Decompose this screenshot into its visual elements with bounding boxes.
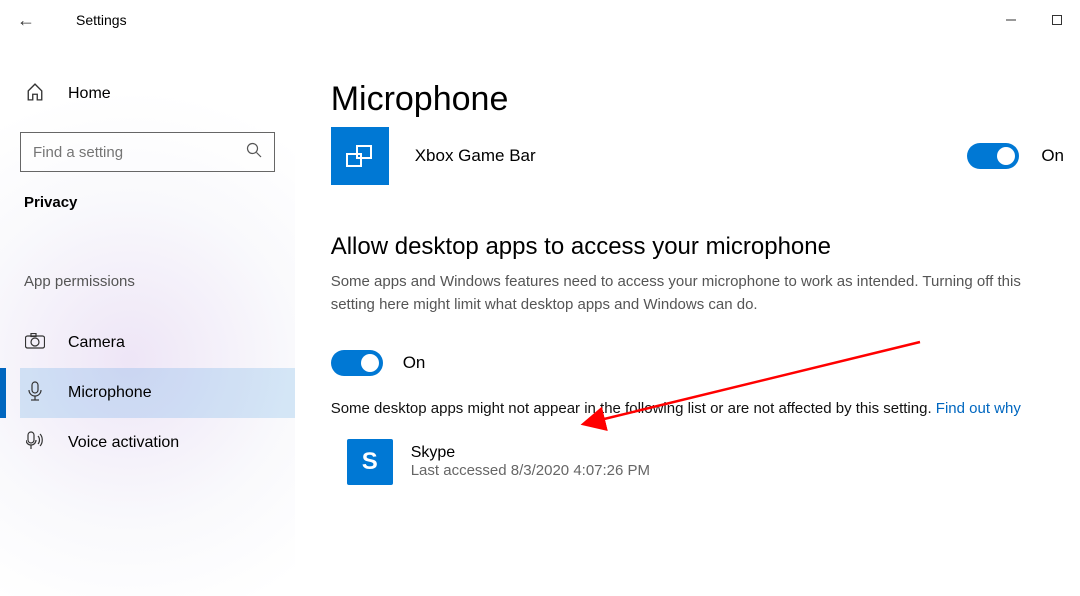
- main-pane: Microphone Xbox Game Bar On Allow deskto…: [295, 40, 1080, 596]
- camera-icon: [24, 333, 46, 353]
- home-icon: [24, 83, 46, 105]
- current-section-label: Privacy: [20, 194, 295, 211]
- desktop-app-row: S Skype Last accessed 8/3/2020 4:07:26 P…: [331, 439, 1064, 485]
- section-header: App permissions: [20, 273, 295, 290]
- voice-icon: [24, 431, 46, 455]
- nav-list: Camera Microphone Voice activation: [20, 318, 295, 468]
- sidebar-item-label: Voice activation: [68, 434, 179, 452]
- store-app-name: Xbox Game Bar: [415, 146, 725, 166]
- store-app-toggle[interactable]: [967, 143, 1019, 169]
- desktop-app-last-accessed: Last accessed 8/3/2020 4:07:26 PM: [411, 462, 650, 479]
- search-box[interactable]: [20, 132, 275, 172]
- allow-desktop-toggle-label: On: [403, 353, 426, 373]
- xbox-game-bar-icon: [331, 127, 389, 185]
- page-title: Microphone: [331, 80, 1064, 119]
- window-title: Settings: [46, 12, 127, 28]
- store-app-toggle-label: On: [1041, 146, 1064, 166]
- back-arrow-icon: ←: [17, 10, 35, 31]
- sidebar-item-camera[interactable]: Camera: [20, 318, 295, 368]
- find-out-why-link[interactable]: Find out why: [936, 400, 1021, 417]
- allow-desktop-toggle[interactable]: [331, 350, 383, 376]
- title-bar: ← Settings: [0, 0, 1080, 40]
- allow-desktop-note: Some desktop apps might not appear in th…: [331, 398, 1064, 421]
- search-input[interactable]: [31, 143, 264, 162]
- microphone-icon: [24, 381, 46, 405]
- sidebar: Home Privacy App permissions Camera Micro…: [0, 40, 295, 596]
- sidebar-item-microphone[interactable]: Microphone: [20, 368, 295, 418]
- home-label: Home: [68, 85, 111, 103]
- back-button[interactable]: ←: [6, 0, 46, 40]
- allow-desktop-heading: Allow desktop apps to access your microp…: [331, 233, 1064, 261]
- skype-icon: S: [347, 439, 393, 485]
- note-text: Some desktop apps might not appear in th…: [331, 400, 936, 417]
- window-controls: [988, 4, 1080, 36]
- search-icon: [244, 142, 264, 162]
- maximize-icon: [1052, 15, 1062, 25]
- home-nav-item[interactable]: Home: [20, 70, 295, 118]
- sidebar-item-voice-activation[interactable]: Voice activation: [20, 418, 295, 468]
- minimize-icon: [1006, 15, 1016, 25]
- sidebar-item-label: Microphone: [68, 384, 152, 402]
- minimize-button[interactable]: [988, 4, 1034, 36]
- allow-desktop-description: Some apps and Windows features need to a…: [331, 271, 1064, 316]
- sidebar-item-label: Camera: [68, 334, 125, 352]
- desktop-app-name: Skype: [411, 444, 650, 462]
- store-app-row: Xbox Game Bar On: [331, 127, 1064, 185]
- maximize-button[interactable]: [1034, 4, 1080, 36]
